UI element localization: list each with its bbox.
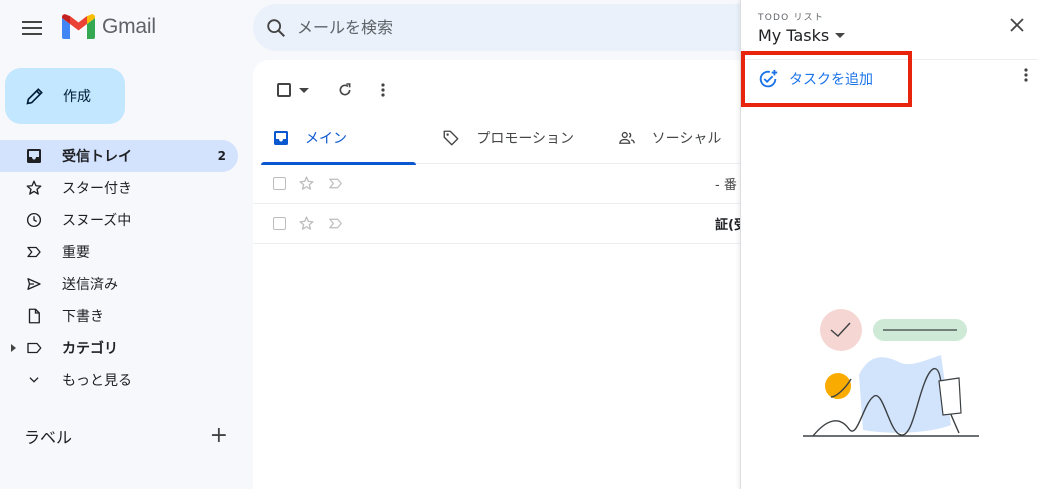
row-checkbox[interactable] — [273, 217, 286, 230]
important-marker-icon[interactable] — [327, 215, 344, 232]
tag-icon — [443, 130, 459, 146]
row-checkbox[interactable] — [273, 177, 286, 190]
tab-social[interactable]: ソーシャル — [592, 112, 751, 164]
send-icon — [24, 274, 44, 294]
sidebar-item-sent[interactable]: 送信済み — [0, 268, 238, 300]
sidebar-item-important[interactable]: 重要 — [0, 236, 238, 268]
expand-arrow-icon[interactable] — [11, 344, 16, 352]
close-tasks-button[interactable] — [1010, 18, 1024, 36]
sidebar-item-label: もっと見る — [62, 373, 132, 389]
tasks-panel-overline: TODO リスト — [758, 13, 825, 23]
star-icon — [24, 178, 44, 198]
refresh-button[interactable] — [329, 74, 361, 106]
sidebar-item-drafts[interactable]: 下書き — [0, 300, 238, 332]
label-icon — [24, 338, 44, 358]
task-list-title: My Tasks — [758, 26, 830, 45]
email-row[interactable]: 証(受 — [253, 204, 753, 244]
checkbox-icon — [277, 83, 291, 97]
compose-label: 作成 — [63, 89, 91, 105]
labels-section-header: ラベル + — [24, 424, 234, 448]
unread-count: 2 — [217, 149, 226, 163]
close-icon — [1010, 18, 1024, 32]
main-menu-button[interactable] — [16, 12, 48, 44]
tab-label: プロモーション — [476, 131, 575, 147]
important-icon — [24, 242, 44, 262]
sidebar-item-label: カテゴリ — [62, 341, 118, 357]
people-icon — [618, 131, 635, 144]
compose-button[interactable]: 作成 — [5, 68, 125, 124]
tab-primary[interactable]: メイン — [261, 112, 417, 165]
gmail-m-icon — [62, 14, 95, 39]
add-label-button[interactable]: + — [210, 425, 228, 447]
sidebar-nav: 受信トレイ 2 スター付き スヌーズ中 重要 送信済み 下書き カテゴリ もっと… — [0, 140, 238, 396]
star-icon[interactable] — [298, 215, 315, 232]
tasks-more-button[interactable] — [1024, 68, 1028, 86]
pencil-icon — [26, 88, 43, 105]
sidebar-item-label: 下書き — [62, 309, 104, 325]
tab-label: ソーシャル — [651, 131, 722, 147]
add-task-button[interactable]: タスクを追加 — [741, 51, 912, 107]
more-vert-icon — [381, 83, 385, 97]
more-options-button[interactable] — [367, 74, 399, 106]
row-controls — [253, 175, 344, 192]
caret-down-icon — [835, 33, 846, 38]
more-vert-icon — [1024, 68, 1028, 82]
add-task-icon — [759, 69, 778, 88]
toolbar — [271, 74, 399, 106]
tab-label: メイン — [305, 131, 347, 147]
search-icon — [267, 18, 285, 37]
search-input[interactable] — [297, 18, 697, 37]
menu-icon — [22, 21, 42, 35]
sidebar-item-more[interactable]: もっと見る — [0, 364, 238, 396]
sidebar-item-inbox[interactable]: 受信トレイ 2 — [0, 140, 238, 172]
tasks-panel: TODO リスト My Tasks タスクを追加 — [740, 0, 1038, 489]
important-marker-icon[interactable] — [327, 175, 344, 192]
empty-tasks-illustration — [803, 309, 979, 437]
sidebar-item-starred[interactable]: スター付き — [0, 172, 238, 204]
select-dropdown-button[interactable] — [297, 74, 311, 106]
sidebar-item-label: スター付き — [62, 181, 132, 197]
email-snippet: - 番 — [715, 178, 737, 193]
inbox-icon — [274, 131, 288, 145]
category-tabs: メイン プロモーション ソーシャル — [261, 112, 751, 165]
main-panel: メイン プロモーション ソーシャル - 番 証(受 — [253, 60, 753, 489]
labels-heading: ラベル — [24, 428, 73, 447]
email-row[interactable]: - 番 — [253, 164, 753, 204]
sidebar-item-label: スヌーズ中 — [62, 213, 132, 229]
search-bar[interactable] — [253, 4, 773, 51]
task-list-selector[interactable]: My Tasks — [758, 26, 846, 45]
tab-promotions[interactable]: プロモーション — [416, 112, 591, 164]
star-icon[interactable] — [298, 175, 315, 192]
inbox-icon — [24, 146, 44, 166]
app-name: Gmail — [102, 14, 156, 38]
add-task-label: タスクを追加 — [789, 72, 873, 88]
select-all-checkbox[interactable] — [271, 74, 297, 106]
refresh-icon — [339, 83, 351, 96]
caret-down-icon — [299, 87, 309, 93]
sidebar-item-label: 送信済み — [62, 277, 118, 293]
clock-icon — [24, 210, 44, 230]
sidebar-item-label: 重要 — [62, 245, 90, 261]
sidebar-item-label: 受信トレイ — [62, 149, 132, 165]
sidebar-item-categories[interactable]: カテゴリ — [0, 332, 238, 364]
draft-icon — [24, 306, 44, 326]
gmail-logo[interactable]: Gmail — [62, 14, 156, 39]
row-controls — [253, 215, 344, 232]
chevron-down-icon — [24, 370, 44, 390]
sidebar-item-snoozed[interactable]: スヌーズ中 — [0, 204, 238, 236]
